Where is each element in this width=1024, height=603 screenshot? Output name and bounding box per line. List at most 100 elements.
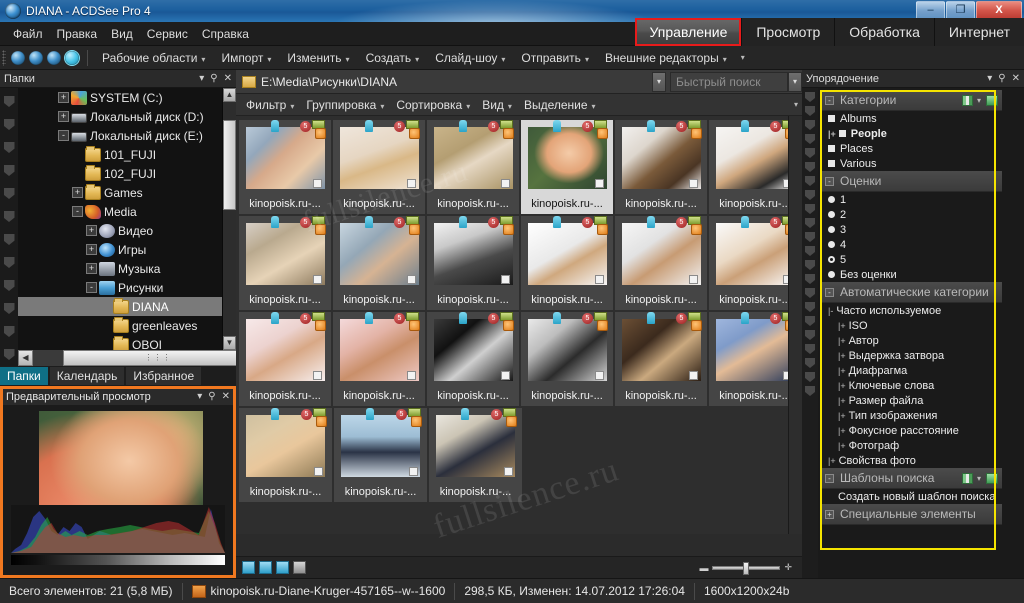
rating-badge[interactable]: 5 bbox=[394, 313, 405, 324]
expand-icon[interactable]: + bbox=[58, 111, 69, 122]
close-panel-icon[interactable]: ✕ bbox=[224, 73, 232, 84]
navigate-forward-icon[interactable] bbox=[47, 50, 61, 65]
expand-icon[interactable]: + bbox=[86, 225, 97, 236]
view-menu[interactable]: Вид ▾ bbox=[476, 96, 518, 114]
thumbnail-grid[interactable]: 5 kinopoisk.ru-... 5 kinopoisk.ru-... 5 kinop… bbox=[236, 116, 802, 534]
select-checkbox[interactable] bbox=[409, 467, 418, 476]
select-menu[interactable]: Выделение ▾ bbox=[518, 96, 602, 114]
path-text[interactable]: E:\Media\Рисунки\DIANA bbox=[261, 75, 652, 89]
tag-badge-icon[interactable] bbox=[741, 216, 749, 228]
toolbar-create[interactable]: Создать ▾ bbox=[358, 49, 428, 67]
tag-badge-icon[interactable] bbox=[459, 216, 467, 228]
rating-badge[interactable]: 5 bbox=[301, 409, 312, 420]
select-checkbox[interactable] bbox=[407, 371, 416, 380]
menu-item-view[interactable]: Вид bbox=[104, 25, 140, 43]
menu-item-help[interactable]: Справка bbox=[195, 25, 256, 43]
thumbnail-scrollbar[interactable] bbox=[788, 116, 802, 534]
organize-pin-icon[interactable]: ⚲ bbox=[998, 73, 1005, 84]
tag-badge-icon[interactable] bbox=[647, 120, 655, 132]
hscroll-left-arrow[interactable]: ◀ bbox=[18, 350, 33, 366]
select-checkbox[interactable] bbox=[501, 371, 510, 380]
thumbnail-item[interactable]: 5 kinopoisk.ru-... bbox=[521, 312, 613, 406]
zoom-knob[interactable] bbox=[743, 561, 750, 575]
scroll-thumb[interactable] bbox=[223, 120, 236, 210]
rating-badge[interactable]: 5 bbox=[396, 409, 407, 420]
tree-item-oboi[interactable]: OBOI bbox=[18, 335, 222, 350]
expand-icon[interactable]: + bbox=[86, 244, 97, 255]
collapse-icon[interactable]: - bbox=[58, 130, 69, 141]
hscroll-thumb[interactable]: ⋮⋮⋮ bbox=[63, 350, 236, 366]
tag-badge-icon[interactable] bbox=[647, 216, 655, 228]
tag-badge-icon[interactable] bbox=[365, 120, 373, 132]
rating-badge[interactable]: 5 bbox=[770, 217, 781, 228]
rating-badge[interactable]: 5 bbox=[488, 217, 499, 228]
preview-close-icon[interactable]: ✕ bbox=[222, 392, 230, 402]
select-checkbox[interactable] bbox=[501, 179, 510, 188]
organize-row-pin[interactable] bbox=[805, 344, 815, 354]
thumbnail-item[interactable]: 5 kinopoisk.ru-... bbox=[427, 216, 519, 310]
expand-icon[interactable]: + bbox=[58, 92, 69, 103]
navigate-home-icon[interactable] bbox=[11, 50, 25, 65]
select-checkbox[interactable] bbox=[313, 179, 322, 188]
organize-row-pin[interactable] bbox=[805, 246, 815, 256]
organize-row-pin[interactable] bbox=[805, 288, 815, 298]
organize-row-pin[interactable] bbox=[805, 190, 815, 200]
tag-badge-icon[interactable] bbox=[553, 312, 561, 324]
select-checkbox[interactable] bbox=[313, 371, 322, 380]
toolbar-edit[interactable]: Изменить ▾ bbox=[279, 49, 357, 67]
rating-badge[interactable]: 5 bbox=[300, 313, 311, 324]
thumbnail-item[interactable]: 5 kinopoisk.ru-... bbox=[333, 120, 425, 214]
rating-badge[interactable]: 5 bbox=[491, 409, 502, 420]
organize-row-pin[interactable] bbox=[805, 134, 815, 144]
tag-badge-icon[interactable] bbox=[553, 120, 561, 132]
thumbnail-item[interactable]: 5 kinopoisk.ru-... bbox=[521, 216, 613, 310]
rating-badge[interactable]: 5 bbox=[488, 313, 499, 324]
organize-row-pin[interactable] bbox=[805, 316, 815, 326]
rating-badge[interactable]: 5 bbox=[300, 121, 311, 132]
organize-row-pin[interactable] bbox=[805, 330, 815, 340]
filter-menu[interactable]: Фильтр ▾ bbox=[240, 96, 300, 114]
search-input[interactable]: Быстрый поиск bbox=[670, 71, 788, 92]
tree-row-pin[interactable] bbox=[3, 234, 15, 245]
toolbar-slideshow[interactable]: Слайд-шоу ▾ bbox=[427, 49, 513, 67]
collapse-icon[interactable]: - bbox=[72, 206, 83, 217]
organize-row-pin[interactable] bbox=[805, 260, 815, 270]
thumbnail-item[interactable]: 5 kinopoisk.ru-... bbox=[521, 120, 613, 214]
tree-row-pin[interactable] bbox=[3, 142, 15, 153]
tree-item-102-fuji[interactable]: 102_FUJI bbox=[18, 164, 222, 183]
scroll-up-arrow[interactable]: ▲ bbox=[223, 88, 236, 102]
tree-row-pin[interactable] bbox=[3, 96, 15, 107]
tab-view[interactable]: Просмотр bbox=[741, 18, 835, 46]
tree-item-greenleaves[interactable]: greenleaves bbox=[18, 316, 222, 335]
thumbnail-item[interactable]: 5 kinopoisk.ru-... bbox=[615, 120, 707, 214]
thumbnail-size-icon[interactable] bbox=[242, 561, 255, 574]
thumbnail-item[interactable]: 5 kinopoisk.ru-... bbox=[239, 216, 331, 310]
tag-badge-icon[interactable] bbox=[271, 312, 279, 324]
tree-row-pin[interactable] bbox=[3, 188, 15, 199]
tag-badge-icon[interactable] bbox=[459, 120, 467, 132]
tab-favorites[interactable]: Избранное bbox=[126, 367, 202, 385]
tree-item-[interactable]: + Видео bbox=[18, 221, 222, 240]
thumbnail-item[interactable]: 5 kinopoisk.ru-... bbox=[333, 216, 425, 310]
select-checkbox[interactable] bbox=[313, 275, 322, 284]
organize-row-pin[interactable] bbox=[805, 204, 815, 214]
rotate-left-icon[interactable] bbox=[259, 561, 272, 574]
filter-overflow-icon[interactable]: ▾ bbox=[794, 100, 798, 109]
select-checkbox[interactable] bbox=[689, 371, 698, 380]
toolbar-external-editors[interactable]: Внешние редакторы ▾ bbox=[597, 49, 735, 67]
organize-row-pin[interactable] bbox=[805, 386, 815, 396]
tree-row-pin[interactable] bbox=[3, 257, 15, 268]
tree-horizontal-scrollbar[interactable]: ◀ ⋮⋮⋮ ▶ bbox=[18, 350, 236, 366]
tag-badge-icon[interactable] bbox=[459, 312, 467, 324]
organize-row-pin[interactable] bbox=[805, 274, 815, 284]
toolbar-overflow-icon[interactable]: ▾ bbox=[741, 53, 745, 62]
tree-row-pin[interactable] bbox=[3, 165, 15, 176]
toolbar-workspaces[interactable]: Рабочие области ▾ bbox=[94, 49, 213, 67]
tree-row-pin[interactable] bbox=[3, 280, 15, 291]
expand-icon[interactable]: + bbox=[72, 187, 83, 198]
organize-row-pin[interactable] bbox=[805, 358, 815, 368]
tag-badge-icon[interactable] bbox=[741, 312, 749, 324]
collapse-icon[interactable]: - bbox=[86, 282, 97, 293]
thumbnail-item[interactable]: 5 kinopoisk.ru-... bbox=[427, 312, 519, 406]
select-checkbox[interactable] bbox=[689, 275, 698, 284]
